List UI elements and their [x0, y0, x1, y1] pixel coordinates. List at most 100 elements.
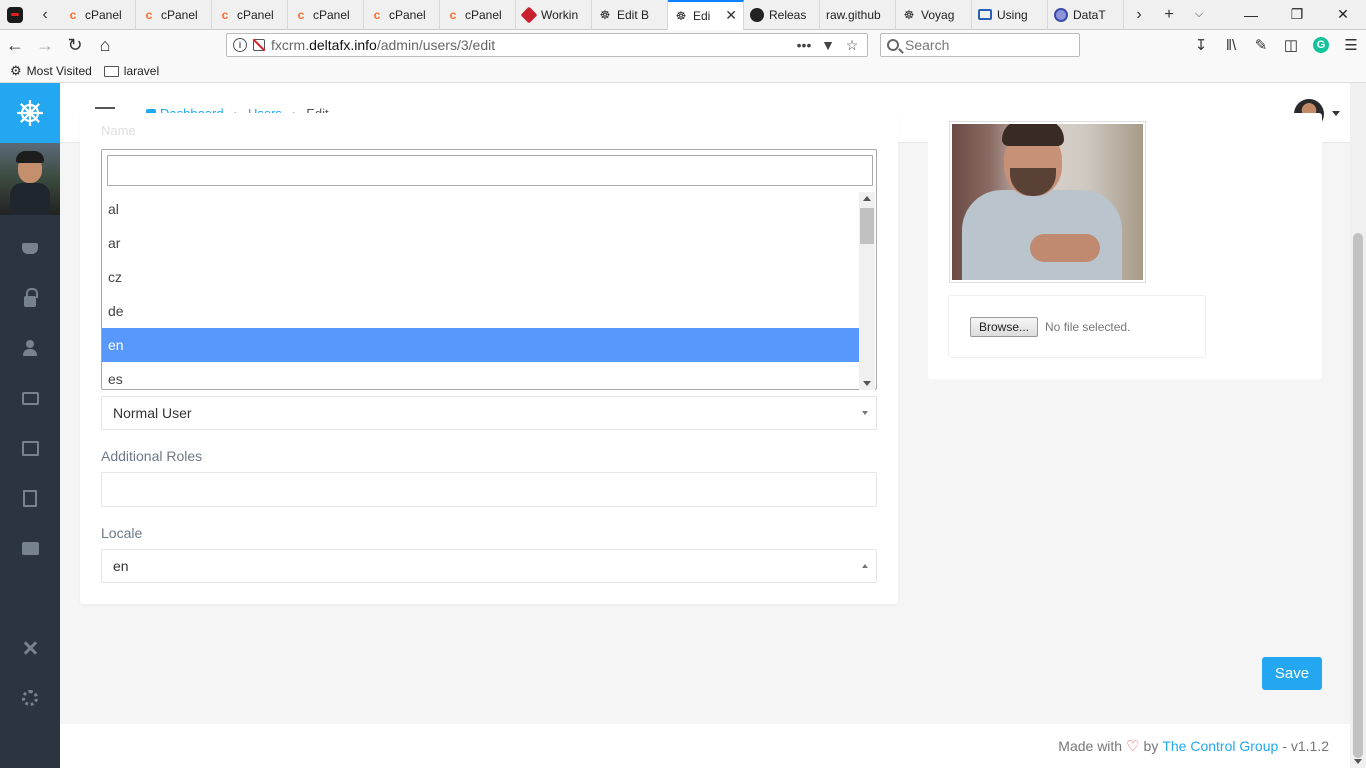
bookmark-most-visited[interactable]: ⚙ Most Visited	[10, 63, 92, 79]
new-tab-icon[interactable]: +	[1154, 0, 1184, 30]
sidebar-item-posts[interactable]	[0, 423, 60, 473]
bookmarks-toolbar: ⚙ Most Visited laravel	[0, 60, 1366, 83]
file-status: No file selected.	[1045, 319, 1131, 334]
hamburger-menu-icon[interactable]: ☰	[1336, 30, 1366, 60]
forward-arrow-icon[interactable]: →	[30, 30, 60, 60]
browser-tab[interactable]: DataT	[1048, 0, 1124, 30]
sidebar-user-avatar[interactable]	[0, 143, 60, 215]
scroll-down-arrow-icon[interactable]	[863, 381, 871, 386]
browser-tab[interactable]: Using	[972, 0, 1048, 30]
eyedropper-icon[interactable]: ✎	[1246, 30, 1276, 60]
sidebar-item-dashboard[interactable]	[0, 223, 60, 273]
caret-down-icon	[862, 411, 868, 415]
bookmark-folder-laravel[interactable]: laravel	[103, 64, 159, 78]
back-arrow-icon[interactable]: ←	[0, 30, 30, 60]
browser-search-input[interactable]	[905, 37, 1065, 53]
sidebar-item-categories[interactable]	[0, 523, 60, 573]
sidebar-toggle-icon[interactable]: ◫	[1276, 30, 1306, 60]
browse-button[interactable]: Browse...	[970, 316, 1039, 337]
sidebar-item-pages[interactable]	[0, 473, 60, 523]
cpanel-icon: c	[69, 7, 77, 22]
browser-tab[interactable]: c cPanel	[364, 0, 440, 30]
browser-tab[interactable]: c cPanel	[60, 0, 136, 30]
person-icon	[23, 340, 37, 356]
restore-window-icon[interactable]: ❐	[1274, 0, 1320, 30]
minimize-window-icon[interactable]: —	[1228, 0, 1274, 30]
lock-icon	[24, 287, 38, 307]
pocket-icon[interactable]: ▼	[819, 37, 837, 53]
browser-tab[interactable]: ☸ Edit B	[592, 0, 668, 30]
role-select[interactable]: Normal User	[101, 396, 877, 430]
locale-option[interactable]: es	[102, 362, 859, 390]
footer-company-link[interactable]: The Control Group	[1162, 738, 1278, 754]
app-menu-icon[interactable]	[0, 0, 30, 30]
document-icon	[23, 489, 37, 507]
scroll-up-arrow-icon[interactable]	[863, 196, 871, 201]
sidebar-item-users[interactable]	[0, 323, 60, 373]
locale-list-scrollbar[interactable]	[859, 192, 875, 390]
locale-select[interactable]: en	[101, 549, 877, 583]
grammarly-icon[interactable]: G	[1306, 30, 1336, 60]
tab-list-chevron-down-icon[interactable]: ⌵	[1184, 0, 1214, 30]
insecure-lock-icon[interactable]	[253, 39, 265, 51]
browser-tab[interactable]: ☸ Voyag	[896, 0, 972, 30]
locale-option[interactable]: al	[102, 192, 859, 226]
tab-scroll-right-icon[interactable]: ›	[1124, 0, 1154, 30]
bookmark-star-icon[interactable]: ☆	[843, 37, 861, 54]
tab-scroll-left-icon[interactable]: ‹	[30, 0, 60, 30]
url-text[interactable]: fxcrm.deltafx.info/admin/users/3/edit	[271, 37, 789, 53]
admin-sidebar	[0, 83, 60, 768]
browser-tab[interactable]: c cPanel	[288, 0, 364, 30]
additional-roles-input[interactable]	[101, 472, 877, 507]
gear-icon: ⚙	[10, 63, 22, 78]
scrollbar-thumb[interactable]	[860, 208, 874, 244]
cpanel-icon: c	[373, 7, 381, 22]
scroll-down-arrow-icon[interactable]	[1354, 759, 1362, 764]
browser-tab[interactable]: c cPanel	[440, 0, 516, 30]
sidebar-item-tools[interactable]	[0, 623, 60, 673]
browser-tab[interactable]: c cPanel	[136, 0, 212, 30]
page-scrollbar[interactable]	[1350, 83, 1366, 768]
helm-icon: ☸	[599, 7, 611, 22]
page-actions-icon[interactable]: •••	[795, 37, 813, 53]
sidebar-item-media[interactable]	[0, 373, 60, 423]
close-window-icon[interactable]: ✕	[1320, 0, 1366, 30]
laravel-icon	[520, 6, 538, 23]
library-icon[interactable]: ‖\	[1216, 30, 1246, 60]
locale-option[interactable]: de	[102, 294, 859, 328]
locale-options-list: al ar cz de en es	[102, 192, 859, 390]
browser-tab[interactable]: Workin	[516, 0, 592, 30]
additional-roles-label: Additional Roles	[101, 448, 203, 464]
avatar-file-input: Browse... No file selected.	[948, 295, 1206, 358]
sidebar-item-roles[interactable]	[0, 273, 60, 323]
url-bar[interactable]: i fxcrm.deltafx.info/admin/users/3/edit …	[226, 33, 868, 57]
locale-search-input[interactable]	[107, 155, 873, 186]
browser-tab-active[interactable]: ☸ Edi ✕	[668, 0, 744, 30]
download-icon[interactable]: ↧	[1186, 30, 1216, 60]
home-icon[interactable]: ⌂	[90, 30, 120, 60]
reload-icon[interactable]: ↻	[60, 30, 90, 60]
browser-tab[interactable]: Releas	[744, 0, 820, 30]
book-icon	[978, 8, 992, 22]
cpanel-icon: c	[297, 7, 305, 22]
browser-search-box[interactable]	[880, 33, 1080, 57]
boat-icon	[22, 242, 38, 254]
close-tab-icon[interactable]: ✕	[725, 7, 737, 24]
images-icon	[21, 391, 39, 405]
browser-tab[interactable]: raw.github	[820, 0, 896, 30]
footer: Made with ♡ by The Control Group - v1.1.…	[60, 724, 1350, 768]
save-button[interactable]: Save	[1262, 657, 1322, 690]
locale-option[interactable]: en	[102, 328, 859, 362]
locale-option[interactable]: ar	[102, 226, 859, 260]
browser-tab[interactable]: c cPanel	[212, 0, 288, 30]
helm-icon: ☸	[675, 8, 687, 23]
datatables-icon	[1054, 7, 1068, 22]
site-info-icon[interactable]: i	[233, 38, 247, 52]
page-scrollbar-thumb[interactable]	[1353, 233, 1363, 758]
helm-icon	[17, 100, 43, 126]
user-menu-caret-down-icon[interactable]	[1332, 111, 1340, 116]
helm-icon: ☸	[903, 7, 915, 22]
sidebar-item-settings[interactable]	[0, 673, 60, 723]
voyager-logo[interactable]	[0, 83, 60, 143]
locale-option[interactable]: cz	[102, 260, 859, 294]
